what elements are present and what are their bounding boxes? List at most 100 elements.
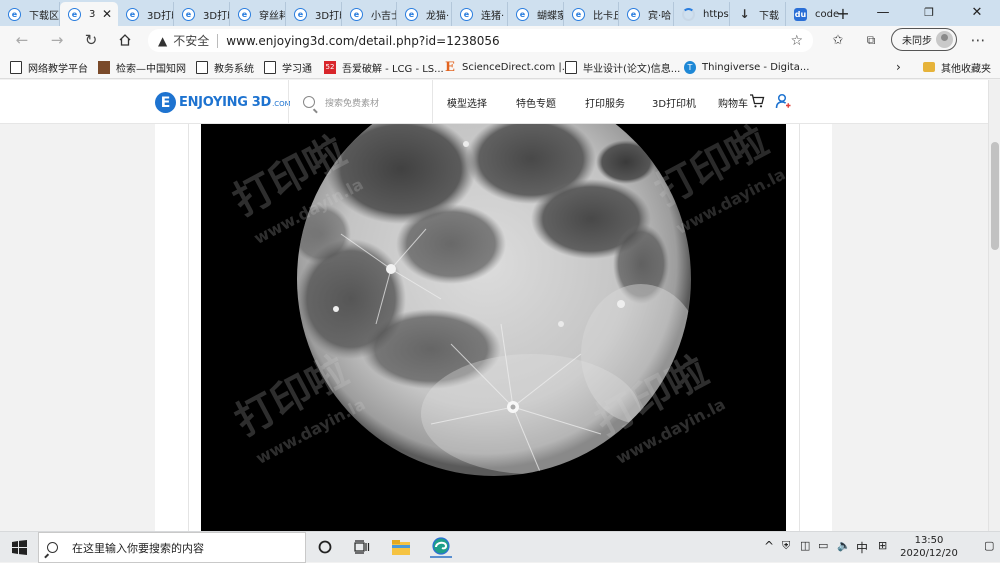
browser-tab[interactable]: e 穿丝耗 [230, 2, 286, 26]
bookmark-item[interactable]: 网络教学平台 [10, 59, 88, 75]
windows-logo-icon [11, 540, 27, 555]
page-icon [565, 60, 577, 74]
browser-tab[interactable]: e 宾·哈 [619, 2, 674, 26]
bookmark-item[interactable]: 学习通 [264, 59, 312, 75]
site-favicon-icon: e [8, 7, 21, 21]
browser-tab[interactable]: e 3D打印 [118, 2, 174, 26]
search-placeholder: 搜索免费素材 [325, 98, 380, 109]
52pojie-icon: 52 [324, 60, 336, 74]
start-button[interactable] [0, 532, 38, 563]
back-arrow-icon[interactable]: ← [10, 30, 34, 50]
cortana-button[interactable] [314, 536, 336, 558]
bookmark-item[interactable]: E ScienceDirect.com |... [444, 59, 571, 75]
more-menu-icon[interactable]: ⋯ [966, 30, 990, 50]
tab-title: 小吉士 [371, 10, 396, 22]
favorites-list-icon[interactable]: ✩ [826, 30, 850, 50]
browser-tab-active[interactable]: e 3D ✕ [60, 2, 118, 26]
site-search-box[interactable]: 搜索免费素材 [288, 80, 433, 124]
file-explorer-button[interactable] [390, 536, 412, 558]
profile-sync-button[interactable]: 未同步 [891, 28, 957, 51]
browser-tab[interactable]: e 下载区 [0, 2, 60, 26]
favorite-star-icon[interactable]: ☆ [790, 33, 803, 49]
close-tab-icon[interactable]: ✕ [102, 7, 112, 21]
home-button[interactable] [113, 30, 137, 50]
page-scrollbar[interactable] [988, 80, 1000, 531]
search-icon [47, 542, 58, 553]
battery-icon[interactable]: ▭ [818, 539, 828, 552]
browser-tab[interactable]: e 比卡丘 [564, 2, 619, 26]
thingiverse-icon: T [684, 60, 696, 74]
other-bookmarks-folder[interactable]: 其他收藏夹 [923, 59, 991, 75]
browser-tab[interactable]: e 3D打印 [174, 2, 230, 26]
tab-title: 3D打印 [315, 10, 341, 22]
home-icon [119, 34, 131, 46]
bookmark-item[interactable]: 52 吾爱破解 - LCG - LS... [324, 59, 444, 75]
scrollbar-thumb[interactable] [991, 142, 999, 250]
bookmark-item[interactable]: 检索—中国知网 [98, 59, 186, 75]
edge-logo-icon [432, 537, 450, 555]
nav-featured-topics[interactable]: 特色专题 [516, 95, 556, 110]
browser-tab[interactable]: e 连猪· [452, 2, 508, 26]
windows-taskbar: 在这里输入你要搜索的内容 ^ ⛨ ◫ ▭ 🔈 中 ⊞ 13:50 2020/12… [0, 531, 1000, 563]
network-tray-icon[interactable]: ◫ [800, 539, 810, 552]
browser-tab[interactable]: e 3D打印 [286, 2, 342, 26]
bookmark-label: 教务系统 [214, 63, 254, 75]
bookmark-item[interactable]: 教务系统 [196, 59, 254, 75]
browser-tab[interactable]: e 小吉士 [342, 2, 397, 26]
cnki-icon [98, 60, 110, 74]
cart-icon[interactable] [749, 94, 765, 108]
taskbar-search-box[interactable]: 在这里输入你要搜索的内容 [38, 532, 306, 563]
url-text[interactable]: www.enjoying3d.com/detail.php?id=1238056 [226, 34, 499, 48]
ime-mode-icon[interactable]: ⊞ [878, 539, 887, 552]
tab-title: 比卡丘 [593, 10, 618, 22]
close-window-icon[interactable]: ✕ [954, 0, 1000, 24]
browser-tab[interactable]: e 蝴蝶家 [508, 2, 564, 26]
bookmark-item[interactable]: T Thingiverse - Digita... [684, 59, 809, 75]
edge-taskbar-button[interactable] [430, 536, 452, 558]
logo-text: ENJOYING 3D [179, 95, 272, 110]
tab-title: https: [703, 8, 729, 20]
address-toolbar: ← → ↻ ▲ 不安全 www.enjoying3d.com/detail.ph… [0, 26, 1000, 54]
bookmark-label: ScienceDirect.com |... [462, 61, 572, 73]
tab-title: 连猪· [481, 10, 505, 22]
clock[interactable]: 13:50 2020/12/20 [900, 534, 958, 560]
bookmark-label: 网络教学平台 [28, 63, 88, 75]
forward-arrow-icon[interactable]: → [45, 30, 69, 50]
refresh-icon[interactable]: ↻ [79, 30, 103, 50]
clock-time: 13:50 [914, 535, 944, 546]
volume-icon[interactable]: 🔈 [837, 539, 851, 552]
elsevier-icon: E [445, 59, 455, 75]
nav-print-service[interactable]: 打印服务 [585, 95, 625, 110]
tab-title: 蝴蝶家 [537, 10, 563, 22]
nav-model-select[interactable]: 模型选择 [447, 95, 487, 110]
divider [217, 33, 219, 48]
site-logo[interactable]: E ENJOYING 3D .COM [155, 92, 291, 113]
nav-3d-printer[interactable]: 3D打印机 [652, 95, 696, 110]
page-icon [264, 60, 276, 74]
nav-cart[interactable]: 购物车 [718, 95, 748, 110]
security-status-label[interactable]: 不安全 [173, 32, 209, 49]
security-tray-icon[interactable]: ⛨ [782, 539, 790, 553]
browser-tab[interactable]: https: [674, 2, 730, 26]
page-icon [196, 60, 208, 74]
browser-tab[interactable]: e 龙猫· [397, 2, 452, 26]
bookmark-item[interactable]: 毕业设计(论文)信息... [565, 59, 680, 75]
new-tab-button[interactable]: + [832, 2, 854, 24]
address-bar[interactable]: ▲ 不安全 www.enjoying3d.com/detail.php?id=1… [148, 29, 813, 52]
browser-tab[interactable]: ↓ 下载 [730, 2, 786, 26]
show-hidden-icons-chevron-icon[interactable]: ^ [764, 539, 774, 553]
task-view-button[interactable] [351, 536, 373, 558]
collections-icon[interactable]: ⧉ [859, 30, 883, 50]
minimize-window-icon[interactable]: — [860, 0, 906, 24]
baidu-paw-icon: du [794, 7, 807, 21]
site-favicon-icon: e [572, 7, 585, 21]
notification-center-icon[interactable]: ▢ [984, 539, 994, 552]
more-bookmarks-chevron-icon[interactable]: › [896, 59, 901, 75]
taskbar-search-placeholder: 在这里输入你要搜索的内容 [72, 541, 204, 555]
model-preview-image[interactable]: 打印啦 www.dayin.la 打印啦 www.dayin.la 打印啦 ww… [201, 124, 786, 531]
user-icon[interactable] [775, 93, 791, 109]
task-view-icon [354, 540, 370, 554]
restore-window-icon[interactable]: ❐ [906, 0, 952, 24]
ime-indicator[interactable]: 中 [856, 539, 868, 556]
site-favicon-icon: e [516, 7, 529, 21]
